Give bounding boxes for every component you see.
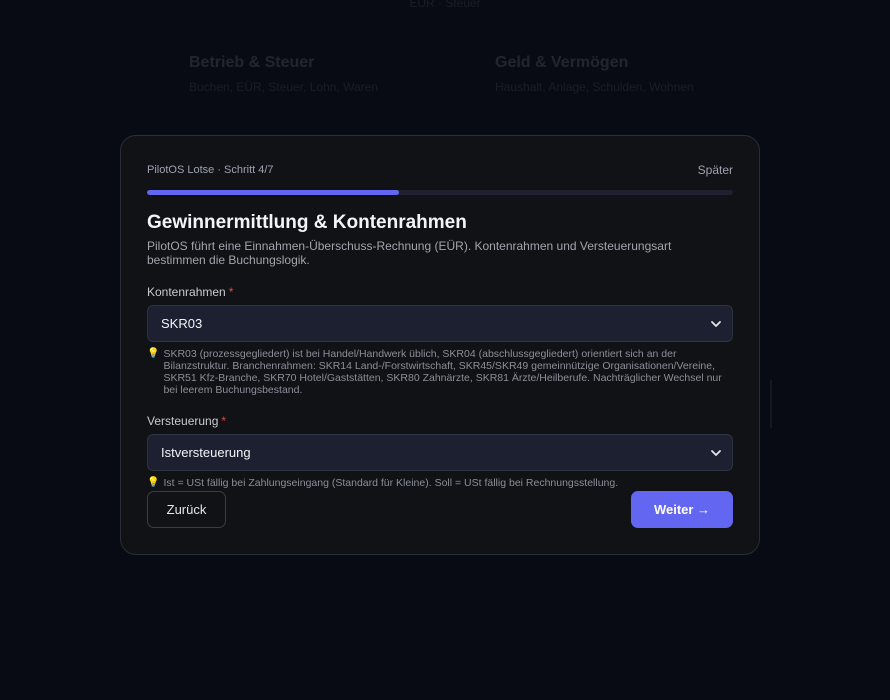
- step-label: PilotOS Lotse · Schritt 4/7: [147, 164, 274, 176]
- chevron-down-icon: [711, 449, 721, 456]
- modal-description: PilotOS führt eine Einnahmen-Überschuss-…: [147, 239, 672, 267]
- progress-fill: [147, 190, 399, 195]
- versteuerung-hint: 💡 Ist = USt fällig bei Zahlungseingang (…: [147, 477, 733, 489]
- later-button[interactable]: Später: [698, 163, 733, 177]
- onboarding-modal: PilotOS Lotse · Schritt 4/7 Später Gewin…: [120, 135, 760, 555]
- versteuerung-select[interactable]: Istversteuerung: [147, 434, 733, 471]
- modal-title: Gewinnermittlung & Kontenrahmen: [147, 212, 467, 233]
- required-marker: *: [228, 285, 234, 299]
- lightbulb-icon: 💡: [147, 348, 160, 359]
- kontenrahmen-hint: 💡 SKR03 (prozessgegliedert) ist bei Hand…: [147, 348, 733, 396]
- kontenrahmen-label: Kontenrahmen *: [147, 285, 733, 299]
- chevron-down-icon: [711, 320, 721, 327]
- versteuerung-label: Versteuerung *: [147, 414, 733, 428]
- kontenrahmen-select[interactable]: SKR03: [147, 305, 733, 342]
- next-button[interactable]: Weiter →: [631, 491, 733, 528]
- back-button[interactable]: Zurück: [147, 491, 226, 528]
- modal-header: PilotOS Lotse · Schritt 4/7 Später: [147, 162, 733, 178]
- versteuerung-hint-text: Ist = USt fällig bei Zahlungseingang (St…: [163, 477, 619, 489]
- kontenrahmen-label-text: Kontenrahmen: [147, 285, 226, 299]
- versteuerung-select-value: Istversteuerung: [161, 445, 251, 460]
- modal-footer: Zurück Weiter →: [147, 491, 733, 528]
- kontenrahmen-hint-text: SKR03 (prozessgegliedert) ist bei Handel…: [163, 348, 722, 396]
- kontenrahmen-select-value: SKR03: [161, 316, 203, 331]
- progress-bar: [147, 190, 733, 195]
- lightbulb-icon: 💡: [147, 477, 160, 488]
- versteuerung-label-text: Versteuerung: [147, 414, 219, 428]
- required-marker: *: [221, 414, 227, 428]
